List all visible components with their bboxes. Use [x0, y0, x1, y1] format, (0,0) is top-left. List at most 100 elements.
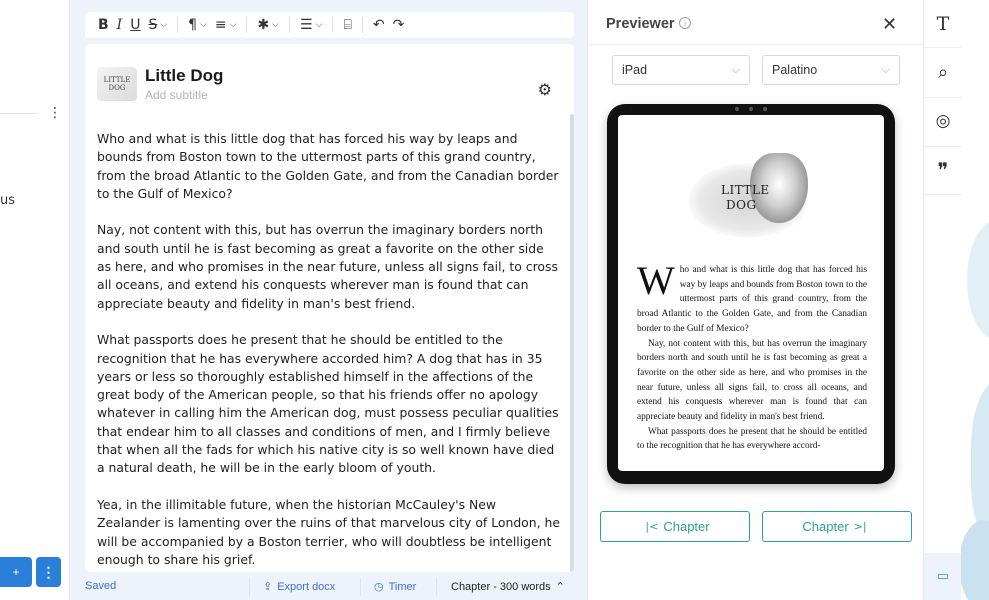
rail-divider: [924, 194, 962, 195]
next-chapter-button[interactable]: Chapter >|: [762, 511, 912, 542]
undo-icon: ↶: [372, 17, 385, 33]
page-break-button[interactable]: ⌸: [339, 12, 355, 38]
status-separator: [360, 578, 361, 596]
editor-scrollbar[interactable]: [570, 114, 574, 572]
previewer-panel: Previewer i ✕ iPad ⌵ Palatino ⌵ LITTLE D…: [587, 0, 924, 600]
paragraph: Yea, in the illimitable future, when the…: [97, 496, 560, 567]
last-chapter-icon: >|: [853, 520, 867, 533]
paragraph-icon: ¶: [188, 17, 198, 33]
paragraph-style-button[interactable]: ¶ ⌵: [184, 12, 211, 38]
book-paragraph: What passports does he present that he s…: [637, 426, 867, 452]
chapter-title[interactable]: Little Dog: [145, 66, 223, 86]
ipad-frame: LITTLE DOG Who and what is this little d…: [607, 104, 895, 484]
book-chapter-image: LITTLE DOG: [688, 153, 818, 243]
sidebar-partial-label: us: [0, 193, 16, 208]
goals-icon[interactable]: ◎: [924, 111, 962, 131]
rail-divider: [924, 47, 962, 48]
chevron-down-icon: ⌵: [229, 20, 237, 30]
export-docx-label: Export docx: [277, 580, 336, 593]
toolbar-separator: [332, 17, 334, 33]
gear-icon[interactable]: ⚙: [538, 80, 552, 99]
info-icon[interactable]: i: [679, 17, 691, 29]
bold-button[interactable]: B: [94, 12, 113, 38]
tablet-camera: [735, 107, 767, 111]
chapter-page: LITTLE DOG Little Dog Add subtitle ⚙ Who…: [85, 44, 574, 572]
underline-icon: U: [130, 17, 141, 33]
chevron-down-icon: ⌵: [881, 63, 890, 76]
book-paragraph: Who and what is this little dog that has…: [637, 258, 867, 334]
chevron-down-icon: ⌵: [200, 20, 207, 30]
paragraph: What passports does he present that he s…: [97, 332, 559, 476]
device-select[interactable]: iPad ⌵: [612, 55, 750, 85]
status-separator: [436, 578, 437, 596]
chapter-image[interactable]: LITTLE DOG: [97, 67, 137, 101]
word-count-toggle[interactable]: Chapter - 300 words ⌃: [451, 580, 570, 593]
font-select-value: Palatino: [772, 63, 818, 77]
left-sidebar: ⋮ us + ⋮: [0, 0, 70, 600]
word-count-label: Chapter - 300 words: [451, 580, 551, 593]
chevron-down-icon: ⌵: [315, 20, 323, 30]
paragraph: Who and what is this little dog that has…: [97, 131, 559, 201]
search-icon[interactable]: ⌕: [924, 62, 962, 83]
bold-icon: B: [98, 17, 109, 33]
first-chapter-icon: |<: [645, 520, 659, 533]
rail-divider: [924, 97, 962, 98]
editor-area: B I U S ⌵ ¶ ⌵ ≡ ⌵ ✱ ⌵ ☰ ⌵ ⌸ ↶ ↷ LITTLE DOG Li…: [70, 0, 587, 600]
italic-button[interactable]: I: [113, 12, 127, 38]
chapter-header: LITTLE DOG Little Dog Add subtitle: [97, 66, 223, 102]
add-chapter-options-button[interactable]: ⋮: [36, 557, 61, 587]
undo-button[interactable]: ↶: [369, 12, 389, 38]
ornament-button[interactable]: ✱ ⌵: [253, 12, 283, 38]
toolbar-separator: [177, 17, 179, 33]
align-left-icon: ≡: [214, 17, 227, 33]
quote-icon[interactable]: ❞: [924, 158, 962, 182]
sidebar-divider: [0, 113, 38, 114]
previewer-divider: [588, 44, 924, 45]
drop-cap: W: [637, 258, 675, 303]
status-separator: [249, 578, 250, 596]
strikethrough-button[interactable]: S ⌵: [144, 12, 171, 38]
book-logo-line-1: LITTLE: [721, 183, 770, 197]
asterisk-icon: ✱: [257, 17, 270, 33]
timer-label: Timer: [388, 580, 417, 593]
export-docx-button[interactable]: ⇪ Export docx: [263, 580, 335, 593]
subtitle-input[interactable]: Add subtitle: [145, 88, 223, 102]
timer-icon: ◷: [374, 579, 384, 593]
redo-button[interactable]: ↷: [389, 12, 409, 38]
redo-icon: ↷: [392, 17, 405, 33]
background-illustration: [961, 0, 989, 600]
status-bar: Saved ⇪ Export docx ◷ Timer Chapter - 300 …: [70, 572, 587, 600]
font-select[interactable]: Palatino ⌵: [762, 55, 900, 85]
book-preview-text: Who and what is this little dog that has…: [637, 258, 867, 454]
book-logo-line-2: DOG: [726, 198, 757, 212]
chevron-down-icon: ⌵: [160, 20, 168, 30]
typography-icon[interactable]: T: [924, 13, 962, 35]
chapter-body[interactable]: Who and what is this little dog that has…: [97, 130, 561, 572]
toolbar-separator: [361, 17, 363, 33]
list-icon: ☰: [300, 17, 313, 33]
strikethrough-icon: S: [148, 17, 158, 33]
chevron-up-icon: ⌃: [555, 579, 565, 593]
timer-button[interactable]: ◷ Timer: [374, 580, 416, 593]
previous-chapter-button[interactable]: |< Chapter: [600, 511, 750, 542]
next-chapter-label: Chapter: [802, 519, 849, 534]
chevron-down-icon: ⌵: [731, 63, 740, 76]
kebab-icon: ⋮: [41, 563, 56, 580]
add-chapter-button[interactable]: +: [0, 557, 32, 587]
chat-icon[interactable]: ▭: [924, 553, 962, 600]
underline-button[interactable]: U: [126, 12, 144, 38]
previous-chapter-label: Chapter: [663, 519, 710, 534]
ipad-screen[interactable]: LITTLE DOG Who and what is this little d…: [618, 115, 884, 471]
close-icon[interactable]: ✕: [882, 14, 897, 35]
list-button[interactable]: ☰ ⌵: [296, 12, 326, 38]
page-break-icon: ⌸: [343, 17, 352, 33]
italic-icon: I: [116, 17, 123, 33]
saved-status: Saved: [85, 580, 117, 592]
more-options-icon[interactable]: ⋮: [48, 104, 62, 122]
tool-rail: T ⌕ ◎ ❞ ▭: [923, 0, 962, 600]
toolbar-separator: [246, 17, 248, 33]
align-button[interactable]: ≡ ⌵: [211, 12, 241, 38]
plus-icon: +: [12, 565, 20, 579]
previewer-title: Previewer: [606, 16, 675, 32]
device-select-value: iPad: [622, 63, 648, 77]
